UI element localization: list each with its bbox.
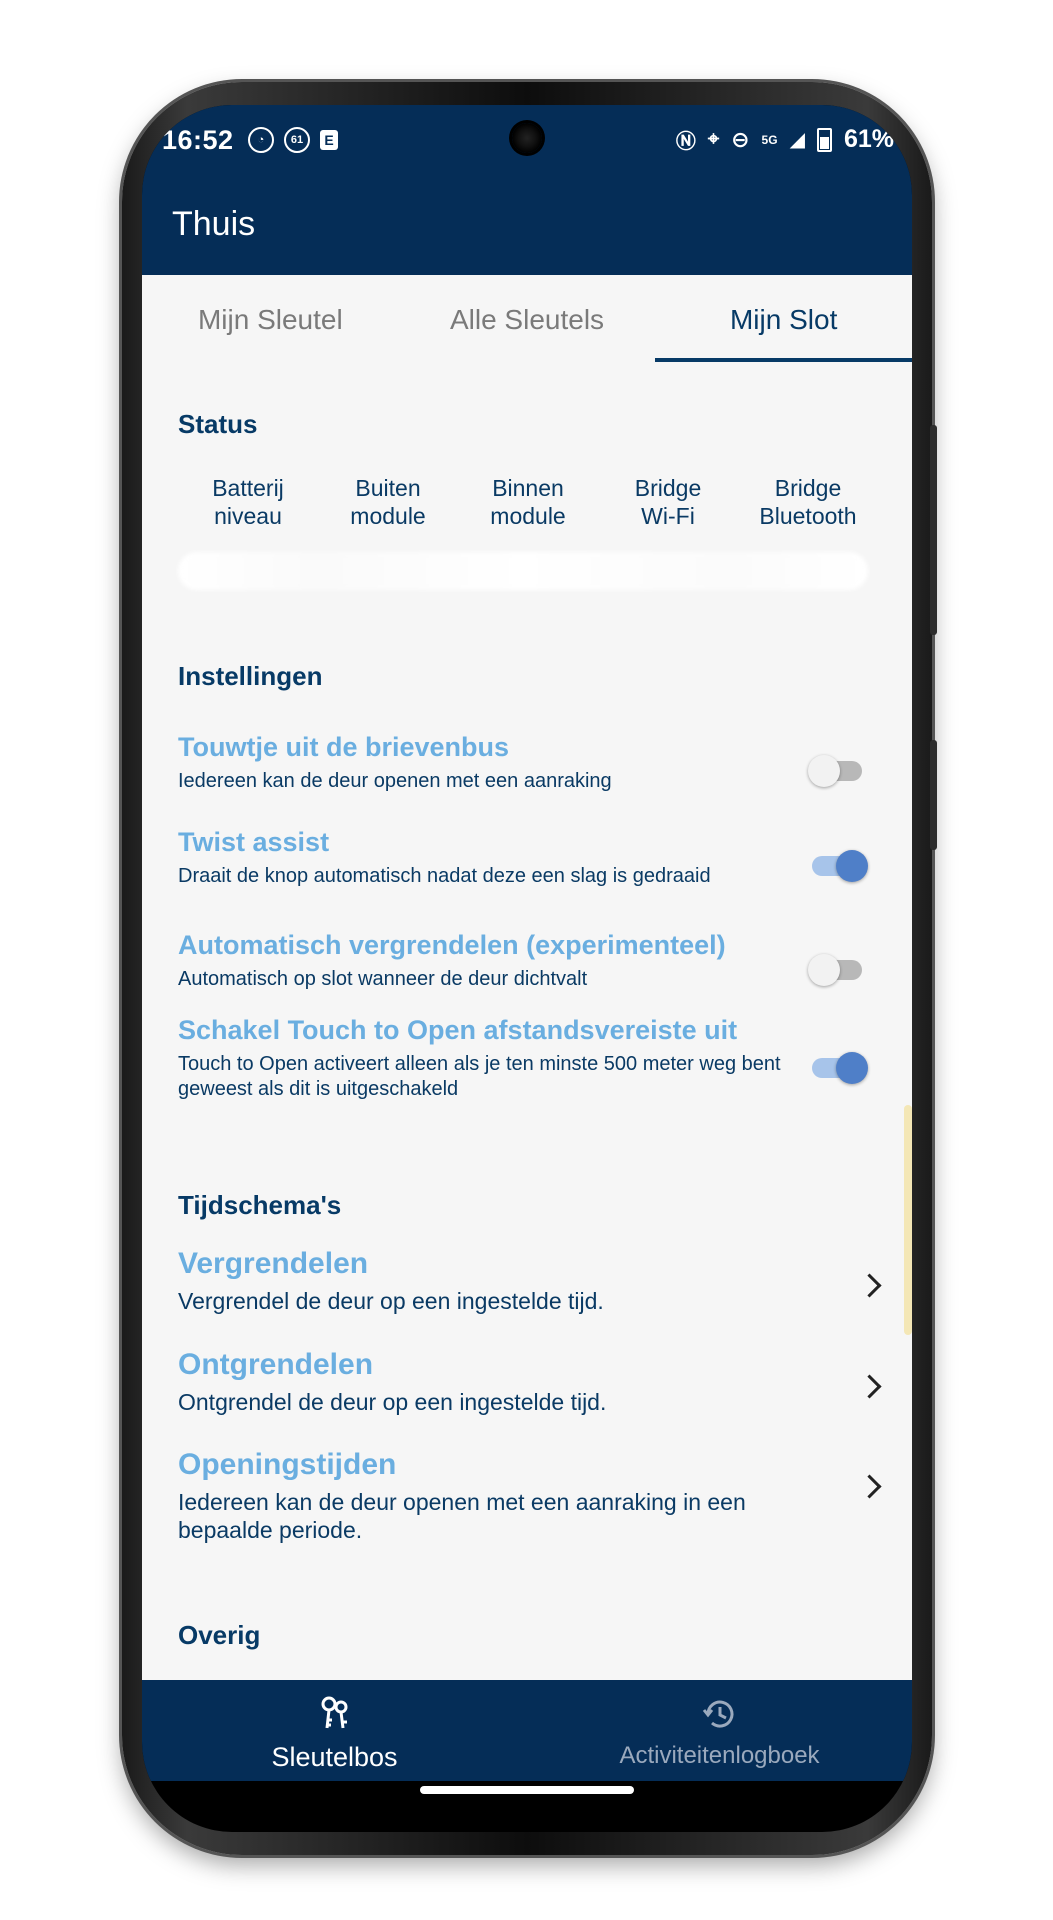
e-icon: E [320, 130, 338, 150]
tab-mijn-slot[interactable]: Mijn Slot [655, 275, 912, 362]
sync-icon: ◔ [248, 127, 274, 153]
tab-alle-sleutels[interactable]: Alle Sleutels [399, 275, 656, 362]
status-values-redacted [178, 552, 868, 590]
status-time: 16:52 [162, 125, 234, 155]
toggle-touch-to-open[interactable] [808, 1052, 868, 1084]
status-label: Wi-Fi [641, 503, 695, 529]
front-camera [512, 123, 542, 153]
schedule-description: Ontgrendel de deur op een ingestelde tij… [178, 1389, 607, 1415]
status-battery: Batterij niveau [178, 474, 318, 530]
schedule-description: Iedereen kan de deur openen met een aanr… [178, 1489, 746, 1543]
schedule-ontgrendelen[interactable]: Ontgrendelen Ontgrendel de deur op een i… [178, 1348, 882, 1416]
nfc-icon: Ⓝ [675, 131, 696, 153]
toggle-thumb [836, 1052, 868, 1084]
status-columns: Batterij niveau Buiten module Binnen mod… [178, 474, 878, 530]
setting-title: Automatisch vergrendelen (experimenteel) [178, 930, 726, 960]
status-bar: 16:52 ◔ 61 E Ⓝ ⌖ ⊖ 5G ◢ 61% [142, 105, 912, 171]
setting-description: Touch to Open activeert alleen als je te… [178, 1053, 781, 1100]
toggle-touwtje[interactable] [808, 755, 864, 787]
volume-button [930, 425, 937, 635]
setting-description: Automatisch op slot wanneer de deur dich… [178, 968, 588, 990]
nav-activiteitenlogboek[interactable]: Activiteitenlogboek [527, 1680, 912, 1781]
status-label: niveau [214, 503, 282, 529]
phone-screen: 16:52 ◔ 61 E Ⓝ ⌖ ⊖ 5G ◢ 61% Thuis Mijn S… [142, 105, 912, 1832]
settings-section-title: Instellingen [178, 661, 323, 691]
tab-mijn-sleutel[interactable]: Mijn Sleutel [142, 275, 399, 362]
setting-title: Twist assist [178, 827, 330, 857]
nav-sleutelbos[interactable]: Sleutelbos [142, 1680, 527, 1781]
toggle-twist-assist[interactable] [808, 850, 868, 882]
setting-title: Touwtje uit de brievenbus [178, 732, 510, 762]
setting-description: Draait de knop automatisch nadat deze ee… [178, 865, 711, 887]
setting-touwtje: Touwtje uit de brievenbus Iedereen kan d… [178, 732, 878, 794]
scroll-indicator [904, 1105, 912, 1335]
nav-label: Sleutelbos [271, 1742, 398, 1772]
toggle-thumb [808, 954, 840, 986]
setting-twist-assist: Twist assist Draait de knop automatisch … [178, 827, 878, 889]
status-bridge-wifi: Bridge Wi-Fi [598, 474, 738, 530]
signal-5g-icon: 5G [761, 132, 778, 147]
other-section-title: Overig [178, 1620, 261, 1650]
status-outer-module: Buiten module [318, 474, 458, 530]
status-label: module [490, 503, 566, 529]
schedule-title: Openingstijden [178, 1448, 397, 1481]
status-label: Bridge [634, 475, 702, 501]
home-gesture-bar[interactable] [420, 1786, 634, 1794]
status-label: Batterij [212, 475, 284, 501]
setting-auto-lock: Automatisch vergrendelen (experimenteel)… [178, 930, 878, 992]
dnd-icon: ⊖ [731, 126, 750, 152]
status-label: Bridge [774, 475, 842, 501]
status-label: Buiten [355, 475, 421, 501]
notification-icons: ◔ 61 E [248, 127, 338, 153]
nav-label: Activiteitenlogboek [619, 1742, 820, 1769]
battery-percent: 61% [843, 125, 894, 153]
setting-title: Schakel Touch to Open afstandsvereiste u… [178, 1015, 738, 1045]
schedule-vergrendelen[interactable]: Vergrendelen Vergrendel de deur op een i… [178, 1247, 882, 1315]
setting-description: Iedereen kan de deur openen met een aanr… [178, 770, 612, 792]
power-button [930, 740, 937, 850]
toggle-thumb [808, 755, 840, 787]
toggle-thumb [836, 850, 868, 882]
status-bridge-bluetooth: Bridge Bluetooth [738, 474, 878, 530]
system-icons: Ⓝ ⌖ ⊖ 5G ◢ 61% [676, 125, 894, 154]
61-badge-icon: 61 [284, 127, 310, 153]
schedules-section-title: Tijdschema's [178, 1190, 342, 1220]
schedule-openingstijden[interactable]: Openingstijden Iedereen kan de deur open… [178, 1448, 882, 1544]
status-label: module [350, 503, 426, 529]
main-content[interactable]: Mijn Sleutel Alle Sleutels Mijn Slot Sta… [142, 275, 912, 1680]
toggle-auto-lock[interactable] [808, 954, 864, 986]
schedule-title: Vergrendelen [178, 1247, 369, 1280]
battery-icon [816, 127, 832, 152]
signal-bars-icon: ◢ [789, 129, 805, 151]
tab-bar: Mijn Sleutel Alle Sleutels Mijn Slot [142, 275, 912, 362]
location-icon: ⌖ [707, 128, 720, 150]
schedule-title: Ontgrendelen [178, 1348, 374, 1381]
status-label: Bluetooth [759, 503, 857, 529]
status-section-title: Status [178, 409, 258, 439]
setting-touch-to-open: Schakel Touch to Open afstandsvereiste u… [178, 1015, 878, 1102]
page-title: Thuis [172, 205, 256, 243]
bottom-navigation: Sleutelbos Activiteitenlogboek [142, 1680, 912, 1781]
app-bar: Thuis [142, 171, 912, 275]
status-label: Binnen [492, 475, 564, 501]
status-inner-module: Binnen module [458, 474, 598, 530]
schedule-description: Vergrendel de deur op een ingestelde tij… [178, 1288, 604, 1314]
keys-icon [321, 1696, 347, 1729]
history-icon [702, 1700, 733, 1728]
